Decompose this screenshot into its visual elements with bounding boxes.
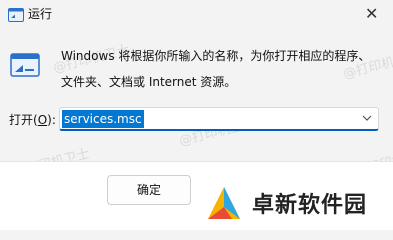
- description: Windows 将根据你所输入的名称，为你打开相应的程序、 文件夹、文档或 In…: [61, 43, 381, 95]
- open-label: 打开(O):: [9, 113, 56, 127]
- title-bar: 运行 ✕: [0, 0, 393, 30]
- description-line: Windows 将根据你所输入的名称，为你打开相应的程序、: [61, 49, 371, 63]
- badge-text: 卓新软件园: [252, 193, 368, 218]
- run-app-icon: [8, 8, 24, 22]
- badge-logo-icon: [208, 187, 240, 219]
- window-title: 运行: [28, 7, 53, 21]
- run-program-icon: [10, 53, 40, 77]
- close-button[interactable]: ✕: [351, 0, 393, 30]
- description-line: 文件夹、文档或 Internet 资源。: [61, 75, 237, 89]
- close-icon: ✕: [365, 4, 379, 23]
- accelerator-key: O: [37, 113, 48, 127]
- command-input[interactable]: services.msc: [59, 107, 379, 131]
- command-input-value: services.msc: [62, 110, 144, 128]
- ok-button[interactable]: 确定: [107, 175, 191, 205]
- site-badge: 卓新软件园: [201, 181, 393, 229]
- chevron-down-icon[interactable]: [361, 112, 373, 124]
